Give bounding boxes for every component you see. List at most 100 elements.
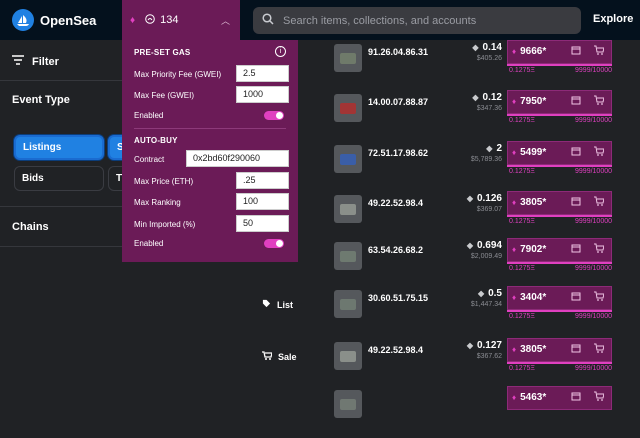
rank-value: ♦ 5499* [512,147,546,158]
table-row[interactable]: ♦ 5463* [212,386,640,438]
nft-thumbnail-art [340,204,356,215]
nft-name[interactable]: 49.22.52.98.4 [368,345,430,355]
nft-name[interactable]: 91.26.04.86.31 [368,47,430,57]
nft-thumbnail-art [340,399,356,410]
calendar-icon[interactable] [571,45,581,57]
calendar-icon[interactable] [571,146,581,158]
gas-enabled-toggle[interactable] [264,111,284,120]
nft-thumbnail[interactable] [334,145,362,173]
rank-eth: 0.1275Ξ [509,168,535,175]
rank-bar [507,310,612,312]
price-value: 0.12 [482,92,502,103]
max-priority-fee-label: Max Priority Fee (GWEI) [134,70,222,79]
rank-count: 9999/10000 [575,218,612,225]
nft-name[interactable]: 30.60.51.75.15 [368,293,430,303]
calendar-icon[interactable] [571,343,581,355]
chevron-up-icon: ︿ [220,15,230,26]
cart-icon[interactable] [594,146,605,158]
rank-eth: 0.1275Ξ [509,265,535,272]
nft-thumbnail[interactable] [334,242,362,270]
extension-popup: PRE-SET GAS i Max Priority Fee (GWEI) 2.… [122,40,298,262]
rank-value: ♦ 7902* [512,244,546,255]
rank-badge: ♦ 3805* [507,338,612,362]
preset-gas-heading: PRE-SET GAS [134,48,191,57]
rank-bar [507,165,612,167]
max-priority-fee-input[interactable]: 2.5 [236,65,289,82]
cart-icon[interactable] [594,291,605,303]
nft-name[interactable]: 63.54.26.68.2 [368,245,430,255]
nft-name[interactable]: 49.22.52.98.4 [368,198,430,208]
max-ranking-input[interactable]: 100 [236,193,289,210]
rank-number: 5463* [520,392,547,403]
rank-value: ♦ 3805* [512,197,546,208]
table-row[interactable]: List 30.60.51.75.15 ◆ 0.5 $1,447.34 ♦ 3404* 0… [212,286,640,338]
nft-thumbnail[interactable] [334,195,362,223]
rank-badge: ♦ 3404* [507,286,612,310]
rank-count: 9999/10000 [575,365,612,372]
cart-icon[interactable] [594,196,605,208]
diamond-icon: ♦ [512,198,517,207]
explore-link[interactable]: Explore [593,13,633,25]
max-fee-input[interactable]: 1000 [236,86,289,103]
chip-listings[interactable]: Listings [14,135,104,160]
calendar-icon[interactable] [571,95,581,107]
diamond-icon: ♦ [512,345,517,354]
chains-heading[interactable]: Chains [12,221,49,233]
min-imported-label: Min Imported (%) [134,220,196,229]
rank-badge: ♦ 9666* [507,40,612,64]
rank-eth: 0.1275Ξ [509,313,535,320]
diamond-icon: ♦ [512,97,517,106]
rank-bar [507,64,612,66]
info-icon[interactable]: i [275,46,286,57]
calendar-icon[interactable] [571,196,581,208]
extension-toggle[interactable]: ♦ 134 ︿ [122,0,240,40]
min-imported-input[interactable]: 50 [236,215,289,232]
rank-number: 3404* [520,292,547,303]
price-value: 0.127 [476,340,502,351]
autobuy-enabled-toggle[interactable] [264,239,284,248]
rank-bar [507,215,612,217]
max-fee-label: Max Fee (GWEI) [134,91,195,100]
nft-thumbnail[interactable] [334,390,362,418]
calendar-icon[interactable] [571,243,581,255]
event-label: List [277,299,294,310]
diamond-icon: ♦ [512,393,517,402]
nft-name[interactable]: 14.00.07.88.87 [368,97,430,107]
chip-bids[interactable]: Bids [14,166,104,191]
nft-thumbnail-art [340,299,356,310]
calendar-icon[interactable] [571,391,581,403]
calendar-icon[interactable] [571,291,581,303]
rank-count: 9999/10000 [575,313,612,320]
search-input[interactable]: Search items, collections, and accounts [283,15,476,27]
table-row[interactable]: Sale 49.22.52.98.4 ◆ 0.127 $367.62 ♦ 3805* 0.… [212,338,640,390]
rank-badge: ♦ 3805* [507,191,612,215]
filter-toggle[interactable]: Filter [12,55,59,68]
nft-thumbnail-art [340,53,356,64]
eth-icon: ◆ [477,289,485,298]
contract-input[interactable]: 0x2bd60f290060 [186,150,289,167]
logo[interactable]: OpenSea [12,9,96,31]
nft-thumbnail[interactable] [334,44,362,72]
rank-badge: ♦ 7950* [507,90,612,114]
search-bar[interactable]: Search items, collections, and accounts [253,7,581,34]
max-price-input[interactable]: .25 [236,172,289,189]
nft-thumbnail[interactable] [334,290,362,318]
max-price-label: Max Price (ETH) [134,177,194,186]
rank-value: ♦ 9666* [512,46,546,57]
cart-icon[interactable] [594,343,605,355]
event-type-heading[interactable]: Event Type [12,94,70,106]
nft-name[interactable]: 72.51.17.98.62 [368,148,430,158]
rank-badge: ♦ 5499* [507,141,612,165]
nft-thumbnail[interactable] [334,94,362,122]
rank-value: ♦ 3805* [512,344,546,355]
cart-icon[interactable] [594,45,605,57]
rank-value: ♦ 3404* [512,292,546,303]
cart-icon[interactable] [594,391,605,403]
cart-icon[interactable] [594,95,605,107]
cart-icon[interactable] [594,243,605,255]
nft-thumbnail[interactable] [334,342,362,370]
tag-icon [262,299,271,310]
price-value: 0.126 [476,193,502,204]
cart-icon [262,351,273,362]
extension-count: 134 [160,14,179,26]
